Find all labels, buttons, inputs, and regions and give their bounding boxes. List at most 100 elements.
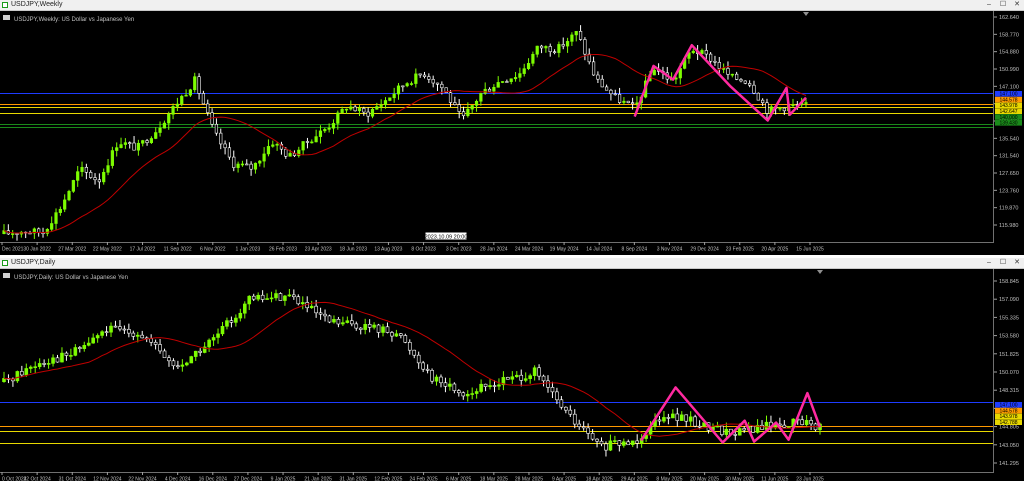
candle-body [301,141,305,151]
candle-body [626,441,631,446]
candle-body [809,420,813,425]
candle-body [751,426,755,433]
candle-body [662,417,666,422]
x-axis-label: 12 Feb 2025 [374,477,402,481]
candle-body [622,100,626,103]
candle-body [671,413,675,419]
close-button[interactable]: ✕ [1010,258,1024,268]
candle-body [60,352,64,363]
x-axis-label: 28 Jan 2024 [480,247,508,253]
candle-body [354,323,359,329]
candle-body [691,50,695,53]
candle-body [791,104,795,107]
candle-body [514,374,519,378]
candle-body [737,428,742,436]
x-axis-label: 30 May 2025 [725,477,754,481]
candle-body [189,356,194,364]
window-titlebar[interactable]: USDJPY,Weekly – ☐ ✕ [0,0,1024,11]
candle-body [544,46,548,49]
chart-window-daily[interactable]: USDJPY,Daily – ☐ ✕ 158.845 157.090 155.335… [0,258,1024,481]
candle-body [184,94,188,97]
candle-body [383,100,388,106]
candle-body [452,383,457,391]
candle-body [483,88,487,94]
candle-body [193,350,198,357]
candle-body [162,350,167,359]
y-axis-label: 155.335 [999,315,1019,321]
close-button[interactable]: ✕ [1010,0,1024,10]
candle-body [561,44,565,47]
x-axis-label: 11 Sep 2022 [164,247,192,253]
y-axis-label: 162.640 [999,15,1019,21]
candle-body [176,365,180,368]
candle-body [223,143,227,149]
candle-body [713,60,717,63]
candle-body [314,136,318,143]
candle-body [80,167,84,172]
daily-chart-canvas[interactable]: 158.845 157.090 155.335 153.580 151.825 150.0… [0,269,1024,481]
candle-body [249,163,253,170]
candle-body [288,153,292,157]
candle-body [284,148,288,157]
candle-body [804,420,809,425]
candle-body [327,315,332,323]
candle-body [604,86,609,91]
candle-body [362,108,366,113]
candle-body [42,363,46,365]
candle-body [89,172,93,178]
candle-body [119,144,123,148]
candle-body [613,440,617,442]
candle-body [733,434,738,436]
candle-body [743,80,747,84]
candle-body [431,79,435,84]
candle-body [323,129,327,132]
chart-subtitle-group: USDJPY,Weekly: US Dollar vs Japanese Yen [3,15,134,23]
candle-body [305,141,310,143]
candle-body [278,293,283,301]
maximize-button[interactable]: ☐ [996,258,1010,268]
candle-body [314,305,318,314]
candle-body [296,296,301,305]
candle-body [555,391,559,401]
candle-body [539,45,544,49]
candle-body [550,387,555,393]
maximize-button[interactable]: ☐ [996,0,1010,10]
candle-body [274,293,278,299]
candle-body [492,87,496,92]
candle-body [418,73,422,76]
candle-body [523,378,528,381]
candle-body [497,384,501,387]
candle-body [518,73,522,78]
x-axis-label: 22 May 2022 [93,247,122,253]
candle-body [113,325,118,328]
minimize-button[interactable]: – [982,0,996,10]
candle-body [390,332,394,337]
candle-body [366,111,370,117]
candle-body [578,31,583,40]
candle-body [93,177,97,181]
candle-body [453,102,457,105]
weekly-chart-canvas[interactable]: 162.640158.770154.880150.990147.100143.2… [0,11,1024,255]
candle-body [33,366,38,368]
candle-body [336,112,340,124]
candle-body [730,73,734,76]
candle-body [532,367,537,376]
minimize-button[interactable]: – [982,258,996,268]
candle-body [622,441,626,446]
candle-body [341,322,345,325]
candle-body [206,103,210,113]
window-titlebar[interactable]: USDJPY,Daily – ☐ ✕ [0,258,1024,269]
candle-body [188,89,193,96]
y-axis-label: 119.870 [999,206,1018,212]
candle-body [630,440,635,446]
candle-body [24,368,29,376]
candle-body [500,81,505,83]
y-axis-label: 141.295 [999,461,1019,467]
candle-body [229,320,234,323]
candle-body [506,377,510,380]
candle-body [565,41,570,47]
chart-window-weekly[interactable]: USDJPY,Weekly – ☐ ✕ 162.640 158.770 154.88… [0,0,1024,255]
candle-body [300,302,305,305]
candle-body [245,163,249,166]
candle-body [158,344,162,352]
